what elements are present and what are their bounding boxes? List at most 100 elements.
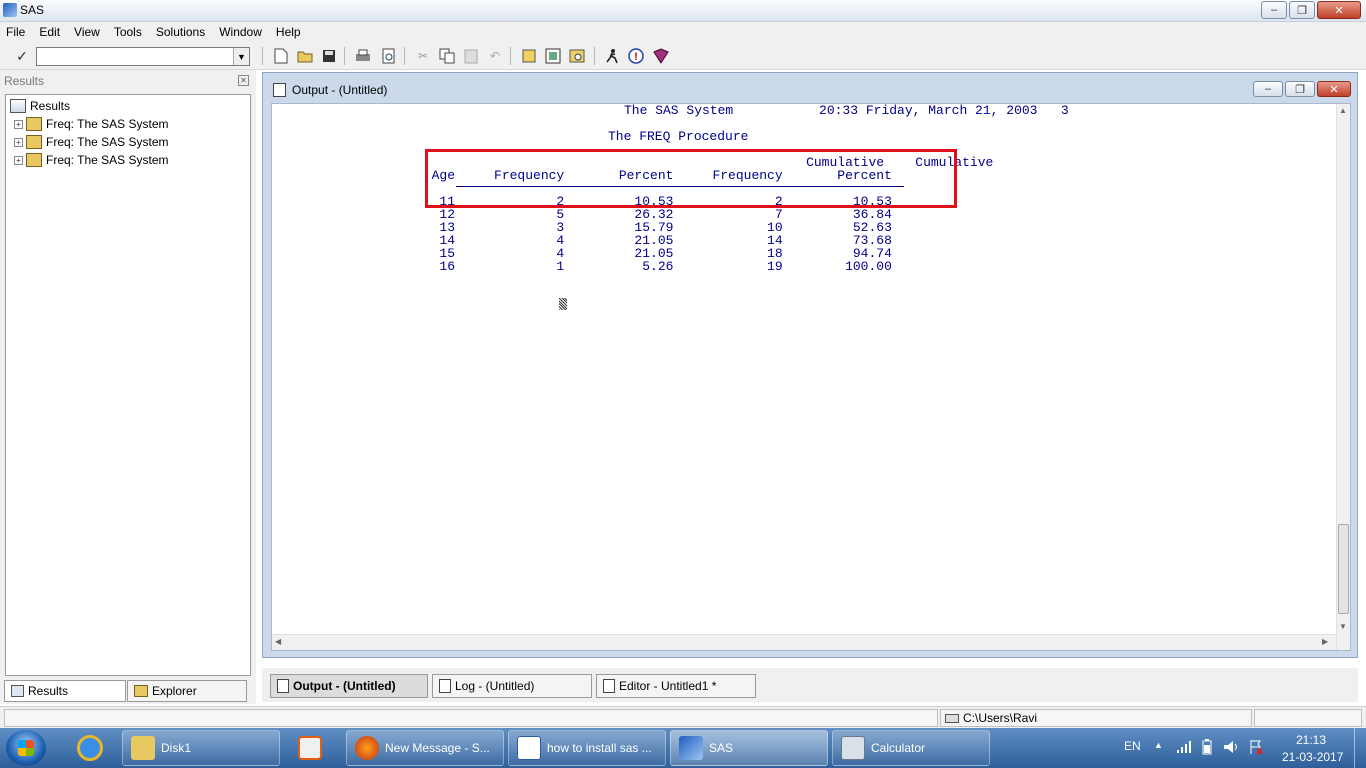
explorer-icon: [134, 685, 148, 697]
tree-item[interactable]: + Freq: The SAS System: [14, 133, 169, 151]
tab-explorer[interactable]: Explorer: [127, 680, 247, 702]
help-book-icon[interactable]: [652, 47, 670, 65]
print-preview-icon[interactable]: [380, 47, 398, 65]
volume-icon[interactable]: [1222, 739, 1240, 758]
start-button[interactable]: [6, 730, 46, 766]
command-input[interactable]: ▼: [36, 47, 250, 66]
expand-icon[interactable]: +: [14, 119, 23, 129]
scroll-right-icon[interactable]: ▶: [1322, 637, 1328, 646]
status-bar: C:\Users\Ravi: [0, 706, 1366, 728]
find-icon[interactable]: [568, 47, 586, 65]
folder-icon: [26, 117, 42, 131]
menu-help[interactable]: Help: [276, 25, 301, 39]
windows-logo-icon: [18, 740, 34, 756]
highlight-box: [425, 149, 957, 208]
window-tab-bar: Output - (Untitled) Log - (Untitled) Edi…: [262, 668, 1358, 702]
word-document-icon: [517, 736, 541, 760]
firefox-icon: [355, 736, 379, 760]
log-icon: [439, 679, 451, 693]
scroll-down-icon[interactable]: ▼: [1339, 622, 1347, 631]
expand-icon[interactable]: +: [14, 155, 23, 165]
chevron-down-icon[interactable]: ▼: [233, 48, 249, 65]
tab-log[interactable]: Log - (Untitled): [432, 674, 592, 698]
document-icon: [273, 83, 286, 97]
table-row: 16 1 5.26 19 100.00: [416, 259, 892, 274]
tree-item[interactable]: + Freq: The SAS System: [14, 151, 169, 169]
output-minimize-button[interactable]: –: [1253, 81, 1283, 97]
cut-icon[interactable]: ✂: [414, 47, 432, 65]
menu-bar: File Edit View Tools Solutions Window He…: [0, 22, 1366, 42]
close-button[interactable]: ✕: [1317, 1, 1361, 19]
output-restore-button[interactable]: ❐: [1285, 81, 1315, 97]
menu-file[interactable]: File: [6, 25, 25, 39]
close-panel-icon[interactable]: ✕: [238, 75, 249, 86]
new-library-icon[interactable]: [520, 47, 538, 65]
menu-tools[interactable]: Tools: [114, 25, 142, 39]
scroll-up-icon[interactable]: ▲: [1339, 106, 1347, 115]
menu-edit[interactable]: Edit: [39, 25, 60, 39]
folder-icon: [26, 153, 42, 167]
new-file-icon[interactable]: [272, 47, 290, 65]
output-close-button[interactable]: ✕: [1317, 81, 1351, 97]
taskbar-item-calculator[interactable]: Calculator: [832, 730, 990, 766]
tab-editor[interactable]: Editor - Untitled1 *: [596, 674, 756, 698]
output-window: Output - (Untitled) – ❐ ✕ The SAS System…: [262, 72, 1358, 658]
undo-icon[interactable]: ↶: [486, 47, 504, 65]
open-folder-icon[interactable]: [296, 47, 314, 65]
results-icon: [10, 99, 26, 113]
break-icon[interactable]: !: [627, 47, 645, 65]
taskbar-item-word[interactable]: how to install sas ...: [508, 730, 666, 766]
editor-icon: [603, 679, 615, 693]
action-center-icon[interactable]: [1248, 739, 1264, 758]
taskbar: Disk1 New Message - S... how to install …: [0, 728, 1366, 768]
scroll-left-icon[interactable]: ◀: [275, 637, 281, 646]
network-icon[interactable]: [1176, 740, 1192, 757]
tab-results[interactable]: Results: [4, 680, 126, 702]
internet-explorer-icon[interactable]: [66, 732, 114, 764]
media-player-icon[interactable]: [286, 732, 334, 764]
status-extra: [1254, 709, 1362, 727]
checkmark-icon[interactable]: ✓: [13, 47, 31, 65]
battery-icon[interactable]: [1202, 739, 1212, 758]
copy-icon[interactable]: [438, 47, 456, 65]
tab-output[interactable]: Output - (Untitled): [270, 674, 428, 698]
taskbar-item-sas[interactable]: SAS: [670, 730, 828, 766]
output-text-area[interactable]: The SAS System 20:33 Friday, March 21, 2…: [271, 103, 1351, 651]
status-path: C:\Users\Ravi: [940, 709, 1252, 727]
menu-solutions[interactable]: Solutions: [156, 25, 205, 39]
tree-root[interactable]: Results: [10, 97, 70, 115]
calculator-icon: [841, 736, 865, 760]
horizontal-scrollbar[interactable]: ◀ ▶: [272, 634, 1336, 650]
expand-icon[interactable]: +: [14, 137, 23, 147]
output-window-title: Output - (Untitled): [292, 83, 388, 97]
vertical-scrollbar[interactable]: ▲ ▼: [1336, 104, 1350, 650]
run-icon[interactable]: [603, 47, 621, 65]
procedure-title: The FREQ Procedure: [608, 129, 749, 144]
results-panel: Results ✕ Results + Freq: The SAS System…: [0, 70, 256, 704]
taskbar-item-disk1[interactable]: Disk1: [122, 730, 280, 766]
menu-view[interactable]: View: [74, 25, 100, 39]
print-icon[interactable]: [354, 47, 372, 65]
clock-date[interactable]: 21-03-2017: [1282, 750, 1343, 764]
folder-icon: [131, 736, 155, 760]
show-hidden-icons[interactable]: ▲: [1154, 740, 1163, 750]
show-desktop-button[interactable]: [1354, 728, 1366, 768]
explorer-icon[interactable]: [544, 47, 562, 65]
minimize-button[interactable]: –: [1261, 1, 1287, 19]
text-cursor-icon: [559, 298, 567, 310]
maximize-button[interactable]: ❐: [1289, 1, 1315, 19]
folder-icon: [26, 135, 42, 149]
toolbar: ✓ ▼ ✂ ↶ !: [0, 42, 1366, 70]
paste-icon[interactable]: [462, 47, 480, 65]
clock-time[interactable]: 21:13: [1296, 733, 1326, 747]
document-icon: [277, 679, 289, 693]
menu-window[interactable]: Window: [219, 25, 262, 39]
tree-item[interactable]: + Freq: The SAS System: [14, 115, 169, 133]
svg-text:!: !: [634, 51, 638, 63]
language-indicator[interactable]: EN: [1124, 739, 1141, 753]
window-title: SAS: [20, 3, 45, 17]
results-panel-header: Results: [4, 74, 45, 88]
save-icon[interactable]: [320, 47, 338, 65]
scroll-thumb[interactable]: [1338, 524, 1349, 614]
taskbar-item-new-message[interactable]: New Message - S...: [346, 730, 504, 766]
